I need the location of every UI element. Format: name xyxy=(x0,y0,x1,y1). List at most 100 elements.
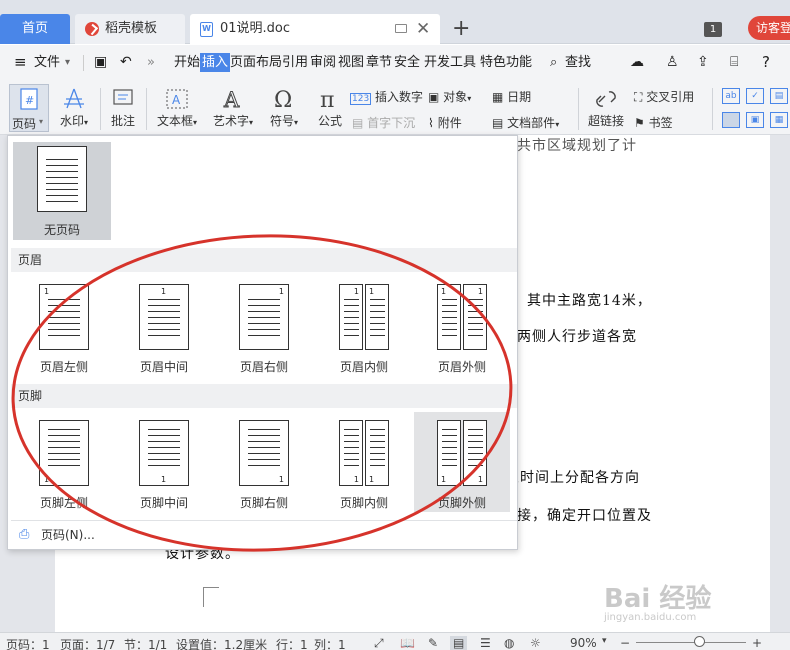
zoom-level[interactable]: 90% xyxy=(570,636,597,650)
comment-icon xyxy=(113,89,133,105)
undo-icon[interactable]: ↶ xyxy=(118,45,134,80)
wordart-button[interactable]: A 艺术字▾ xyxy=(208,86,258,129)
more-icon[interactable]: » xyxy=(145,45,157,80)
zoom-out-icon[interactable]: − xyxy=(620,636,630,650)
status-page-number[interactable]: 页码：1 xyxy=(6,636,50,650)
close-tab-icon[interactable]: ✕ xyxy=(416,14,430,44)
menu-item-security[interactable]: 安全 xyxy=(392,45,422,80)
tab-document[interactable]: W 01说明.doc ✕ xyxy=(190,14,440,45)
help-icon[interactable]: ? xyxy=(760,45,772,80)
page-number-settings-link[interactable]: ⎙ 页码(N)... xyxy=(11,520,517,548)
status-bar: 页码：1 页面：1/7 节：1/1 设置值：1.2厘米 行：1 列：1 ⤢ 📖 … xyxy=(0,632,790,650)
footer-option-1[interactable]: 1 页脚左侧 xyxy=(16,412,112,512)
comment-label: 批注 xyxy=(110,114,135,128)
menu-file[interactable]: 文件 xyxy=(32,45,62,80)
read-mode-icon[interactable]: 📖 xyxy=(400,636,415,650)
zoom-in-icon[interactable]: + xyxy=(752,636,762,650)
share-icon[interactable]: ⇪ xyxy=(695,45,711,80)
menu-item-chapter[interactable]: 章节 xyxy=(364,45,394,80)
doc-parts-button[interactable]: ▤ 文档部件▾ xyxy=(492,114,559,131)
footer-option-3[interactable]: 1 页脚右侧 xyxy=(216,412,312,512)
page-number-icon: # xyxy=(20,88,38,110)
image-box-icon[interactable]: ▣ xyxy=(746,112,764,128)
fullscreen-icon[interactable]: ⤢ xyxy=(374,636,384,650)
layout-icon-2[interactable]: ▤ xyxy=(770,88,788,104)
symbol-button[interactable]: Ω 符号▾ xyxy=(264,86,304,129)
bookmark-button[interactable]: ⚑ 书签 xyxy=(634,114,673,131)
zoom-slider-track[interactable] xyxy=(636,642,746,643)
chevron-down-icon[interactable]: ▾ xyxy=(602,636,607,646)
date-button[interactable]: ▦ 日期 xyxy=(492,88,531,105)
user-icon[interactable]: ♙ xyxy=(664,45,681,80)
page-number-button[interactable]: # 页码 ▾ xyxy=(9,84,49,132)
watermark-button[interactable]: 水印▾ xyxy=(54,86,94,129)
textbox-button[interactable]: A 文本框▾ xyxy=(152,86,202,129)
page-digit: 1 xyxy=(441,287,447,296)
menu-item-start[interactable]: 开始 xyxy=(172,45,202,80)
hamburger-icon[interactable]: ≡ xyxy=(12,45,29,80)
layout-icon-1[interactable]: ab xyxy=(722,88,740,104)
text-line xyxy=(148,335,180,336)
menu-item-reference[interactable]: 引用 xyxy=(280,45,310,80)
menu-item-layout[interactable]: 页面布局 xyxy=(228,45,284,80)
tab-template[interactable]: 稻壳模板 xyxy=(75,14,185,44)
header-option-5[interactable]: 1 1 页眉外侧 xyxy=(414,276,510,376)
footer-option-5[interactable]: 1 1 页脚外侧 xyxy=(414,412,510,512)
drop-cap-button[interactable]: ▤ 首字下沉 xyxy=(352,114,415,131)
text-line xyxy=(148,311,180,312)
object-button[interactable]: ▣ 对象▾ xyxy=(428,88,471,105)
text-line xyxy=(442,305,457,306)
hyperlink-button[interactable]: 超链接 xyxy=(584,86,628,129)
page-view-icon[interactable]: ▤ xyxy=(450,636,468,650)
comment-button[interactable]: 批注 xyxy=(105,86,141,129)
header-option-2[interactable]: 1 页眉中间 xyxy=(116,276,212,376)
word-doc-icon: W xyxy=(200,22,213,37)
outline-view-icon[interactable]: ☰ xyxy=(480,636,491,650)
svg-text:A: A xyxy=(223,88,240,112)
menu-item-features[interactable]: 特色功能 xyxy=(478,45,534,80)
save-icon[interactable]: ▣ xyxy=(92,45,109,80)
window-count-badge[interactable]: 1 xyxy=(704,22,722,37)
pen-icon[interactable]: ✎ xyxy=(428,636,438,650)
frame-icon[interactable] xyxy=(722,112,740,128)
page-digit: 1 xyxy=(44,475,50,484)
text-line xyxy=(148,459,180,460)
status-page[interactable]: 页面：1/7 xyxy=(60,636,115,650)
insert-number-button[interactable]: 123 插入数字 xyxy=(350,88,423,105)
status-setting[interactable]: 设置值：1.2厘米 xyxy=(176,636,267,650)
header-option-1[interactable]: 1 页眉左侧 xyxy=(16,276,112,376)
chevron-down-icon[interactable]: ▾ xyxy=(63,45,72,80)
header-option-3[interactable]: 1 页眉右侧 xyxy=(216,276,312,376)
zoom-slider-handle[interactable] xyxy=(694,636,705,647)
menu-item-review[interactable]: 审阅 xyxy=(308,45,338,80)
table-box-icon[interactable]: ▦ xyxy=(770,112,788,128)
footer-option-2[interactable]: 1 页脚中间 xyxy=(116,412,212,512)
text-line xyxy=(344,459,359,460)
visitor-login-button[interactable]: 访客登 xyxy=(748,16,790,40)
text-line xyxy=(48,459,80,460)
attachment-button[interactable]: ⌇ 附件 xyxy=(428,114,462,131)
status-row[interactable]: 行：1 xyxy=(276,636,308,650)
eye-care-icon[interactable]: ☼ xyxy=(530,636,541,650)
formula-button[interactable]: π 公式 xyxy=(312,86,348,129)
no-page-number-option[interactable]: 无页码 xyxy=(13,142,111,240)
status-section[interactable]: 节：1/1 xyxy=(124,636,167,650)
web-view-icon[interactable]: ◍ xyxy=(504,636,514,650)
cloud-icon[interactable]: ☁ xyxy=(628,45,646,80)
toolbar-icon[interactable]: ⌸ xyxy=(728,45,740,80)
object-icon: ▣ xyxy=(428,90,440,104)
cross-ref-button[interactable]: ⛶ 交叉引用 xyxy=(634,88,694,105)
menu-item-insert[interactable]: 插入 xyxy=(200,53,231,72)
new-tab-button[interactable]: + xyxy=(452,14,470,44)
header-option-4[interactable]: 1 1 页眉内侧 xyxy=(316,276,412,376)
search-button[interactable]: 查找 xyxy=(563,45,593,80)
tab-home[interactable]: 首页 xyxy=(0,14,70,44)
menu-item-developer[interactable]: 开发工具 xyxy=(422,45,478,80)
menu-item-view[interactable]: 视图 xyxy=(336,45,366,80)
text-line xyxy=(48,299,80,300)
search-icon[interactable]: ⌕ xyxy=(548,45,559,80)
checkbox-icon[interactable]: ✓ xyxy=(746,88,764,104)
status-col[interactable]: 列：1 xyxy=(314,636,346,650)
window-icon[interactable] xyxy=(395,24,407,33)
footer-option-4[interactable]: 1 1 页脚内侧 xyxy=(316,412,412,512)
